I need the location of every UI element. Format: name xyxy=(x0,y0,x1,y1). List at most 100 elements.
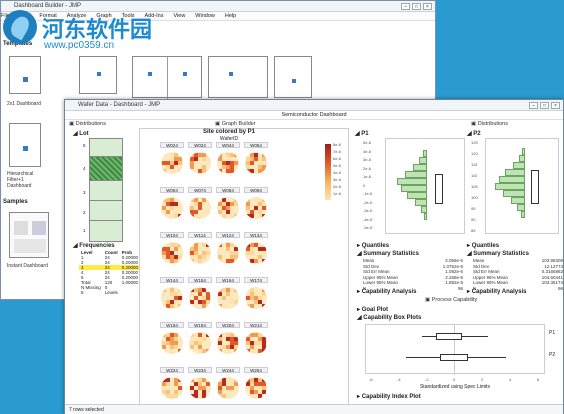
wafer-map[interactable] xyxy=(161,377,183,399)
frequencies-heading[interactable]: ◢ Frequencies xyxy=(73,242,115,249)
wafer-map[interactable] xyxy=(161,152,183,174)
p1-summary-label: Summary Statistics xyxy=(363,251,419,257)
p2-axis-tick: 95 xyxy=(471,206,476,211)
p1-quantiles-label: Quantiles xyxy=(361,243,390,249)
p1-quantiles[interactable]: ▸ Quantiles xyxy=(357,242,389,249)
maximize-button-2[interactable]: □ xyxy=(540,102,549,109)
wafer-site xyxy=(178,247,182,251)
sample-instant-thumb[interactable] xyxy=(9,212,49,258)
cap-box-heading[interactable]: ◢ Capability Box Plots xyxy=(357,314,421,321)
wafer-site xyxy=(170,165,174,169)
wafer-map[interactable] xyxy=(189,377,211,399)
cap-index-heading[interactable]: ▸ Capability Index Plot xyxy=(357,393,421,400)
wafer-map[interactable] xyxy=(161,332,183,354)
wafer-id-label: W084 xyxy=(216,187,240,193)
legend-value: 8e-6 xyxy=(333,142,342,147)
p2-capability[interactable]: ▸ Capability Analysis xyxy=(467,288,526,295)
wafer-site xyxy=(218,345,222,349)
freq-row[interactable]: 5 Levels xyxy=(79,290,140,295)
wafer-map[interactable] xyxy=(245,332,267,354)
menu-item-view[interactable]: View xyxy=(173,13,185,19)
template-2x1-thumb[interactable] xyxy=(9,56,41,94)
wafer-site xyxy=(178,214,182,218)
wafer-site xyxy=(262,157,266,161)
logo-icon xyxy=(3,10,37,44)
p2-quantiles[interactable]: ▸ Quantiles xyxy=(467,242,499,249)
wafer-site xyxy=(218,292,222,296)
wafer-site xyxy=(206,349,210,353)
wafer-map[interactable] xyxy=(217,197,239,219)
close-button[interactable]: × xyxy=(423,3,432,10)
p1-heading[interactable]: ◢ P1 xyxy=(355,130,369,137)
wafer-id-label: W024 xyxy=(160,142,184,148)
p2-hist-bar xyxy=(513,162,525,169)
graph-builder-tab[interactable]: ▣ Graph Builder xyxy=(215,120,256,128)
wafer-site xyxy=(234,288,238,292)
template-thumb-3[interactable] xyxy=(132,56,202,99)
template-thumb-2[interactable] xyxy=(79,56,117,94)
wafer-site xyxy=(174,382,178,386)
wafer-map[interactable] xyxy=(189,152,211,174)
wafer-map[interactable] xyxy=(217,332,239,354)
wafer-id-label: W114 xyxy=(188,232,212,238)
lot-mosaic[interactable] xyxy=(89,138,123,242)
wafer-map[interactable] xyxy=(217,287,239,309)
template-thumb-4[interactable] xyxy=(208,56,268,98)
wafer-map[interactable] xyxy=(161,197,183,219)
wafer-map[interactable] xyxy=(217,242,239,264)
template-hier-thumb[interactable] xyxy=(9,123,41,167)
wafer-site xyxy=(202,243,206,247)
minimize-button-2[interactable]: – xyxy=(529,102,538,109)
p1-capability[interactable]: ▸ Capability Analysis xyxy=(357,288,416,295)
wafer-site xyxy=(222,288,226,292)
wafer-site xyxy=(262,259,266,263)
wafer-site xyxy=(254,296,258,300)
status-bar: 7 rows selected xyxy=(65,404,563,414)
freq-cell: Levels xyxy=(104,290,118,295)
maximize-button[interactable]: □ xyxy=(412,3,421,10)
wafer-map[interactable] xyxy=(217,152,239,174)
p1-axis-tick: -1e-6 xyxy=(363,191,373,196)
wafer-site xyxy=(254,206,258,210)
close-button-2[interactable]: × xyxy=(551,102,560,109)
wafer-site xyxy=(258,394,262,398)
wafer-site xyxy=(226,259,230,263)
lot-heading[interactable]: ◢ Lot xyxy=(73,130,89,137)
wafer-site xyxy=(246,337,250,341)
p1-summary[interactable]: ◢ Summary Statistics xyxy=(357,250,419,257)
distributions-tab-right[interactable]: ▣ Distributions xyxy=(471,120,508,128)
wafer-site xyxy=(174,210,178,214)
wafer-map[interactable] xyxy=(245,287,267,309)
menu-item-help[interactable]: Help xyxy=(225,13,236,19)
wafer-map[interactable] xyxy=(245,242,267,264)
distributions-tab-left[interactable]: ▣ Distributions xyxy=(69,120,106,128)
template-thumb-5[interactable] xyxy=(274,56,312,98)
cap-x-tick: 2 xyxy=(481,377,484,382)
p2-heading[interactable]: ◢ P2 xyxy=(467,130,481,137)
wafer-map[interactable] xyxy=(245,152,267,174)
p1-hist-bar xyxy=(421,206,427,213)
process-capability-tab[interactable]: ▣ Process Capability xyxy=(425,296,477,304)
wafer-site xyxy=(170,337,174,341)
wafer-map[interactable] xyxy=(245,377,267,399)
wafer-site xyxy=(218,349,222,353)
goal-plot-heading[interactable]: ▸ Goal Plot xyxy=(357,306,388,313)
wafer-site xyxy=(178,169,182,173)
wafer-map[interactable] xyxy=(189,242,211,264)
wafer-map[interactable] xyxy=(189,332,211,354)
menu-item-window[interactable]: Window xyxy=(195,13,215,19)
wafer-map[interactable] xyxy=(217,377,239,399)
wafer-map[interactable] xyxy=(161,242,183,264)
wafer-site xyxy=(234,304,238,308)
wafer-map[interactable] xyxy=(189,287,211,309)
cap-box-label-p1: P1 xyxy=(549,330,556,336)
p2-summary[interactable]: ◢ Summary Statistics xyxy=(467,250,529,257)
wafer-map[interactable] xyxy=(161,287,183,309)
wafer-site xyxy=(190,341,194,345)
wafer-map[interactable] xyxy=(245,197,267,219)
minimize-button[interactable]: – xyxy=(401,3,410,10)
wafer-map[interactable] xyxy=(189,197,211,219)
wafer-site xyxy=(190,292,194,296)
wafer-site xyxy=(162,169,166,173)
wafer-site xyxy=(262,349,266,353)
